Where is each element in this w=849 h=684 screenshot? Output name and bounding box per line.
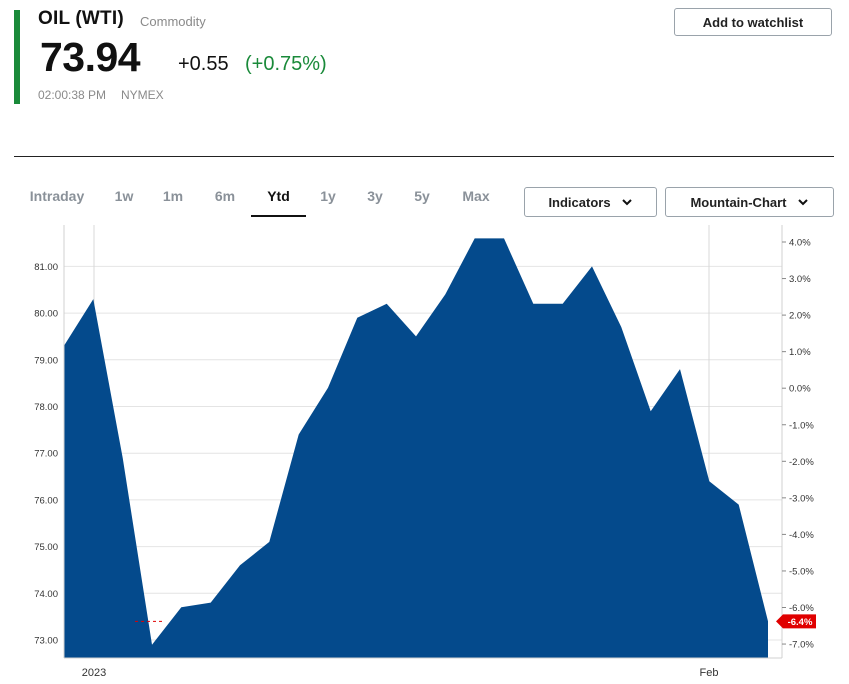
indicators-label: Indicators	[548, 194, 611, 210]
y2-tick-label: 1.0%	[789, 347, 811, 358]
y-tick-label: 76.00	[34, 495, 58, 506]
price-change-percent: (+0.75%)	[245, 53, 327, 75]
tab-ytd[interactable]: Ytd	[251, 185, 306, 217]
y2-tick-label: -6.0%	[789, 603, 814, 614]
header-divider	[14, 156, 834, 157]
y-tick-label: 75.00	[34, 542, 58, 553]
tab-5y[interactable]: 5y	[410, 185, 434, 215]
y-tick-label: 80.00	[34, 309, 58, 320]
y-tick-label: 78.00	[34, 402, 58, 413]
quote-accent-bar	[14, 10, 20, 104]
tab-max[interactable]: Max	[458, 185, 494, 215]
y2-tick-label: -5.0%	[789, 566, 814, 577]
y-tick-label: 79.00	[34, 355, 58, 366]
badge-label: -6.4%	[788, 617, 813, 628]
price-change: +0.55	[178, 53, 229, 75]
exchange-name: NYMEX	[121, 88, 164, 102]
indicators-dropdown[interactable]: Indicators	[524, 187, 657, 217]
chart-area-series	[64, 238, 768, 658]
y2-tick-label: -4.0%	[789, 530, 814, 541]
y2-tick-label: 2.0%	[789, 311, 811, 322]
y2-tick-label: -2.0%	[789, 457, 814, 468]
chart-type-dropdown[interactable]: Mountain-Chart	[665, 187, 834, 217]
y2-tick-label: 4.0%	[789, 238, 811, 249]
add-to-watchlist-button[interactable]: Add to watchlist	[674, 8, 832, 36]
y2-tick-label: -7.0%	[789, 640, 814, 651]
y-axis-right: 4.0% 3.0% 2.0% 1.0% 0.0% -1.0% -2.0% -3.0% -4.0%…	[782, 238, 814, 651]
y-tick-label: 81.00	[34, 262, 58, 273]
chevron-down-icon	[797, 199, 808, 206]
tab-1w[interactable]: 1w	[110, 185, 138, 215]
tab-3y[interactable]: 3y	[363, 185, 387, 215]
x-tick-label: Feb	[700, 667, 719, 679]
y2-tick-label: -1.0%	[789, 420, 814, 431]
asset-category: Commodity	[140, 14, 206, 29]
last-price: 73.94	[40, 34, 141, 80]
y2-tick-label: -3.0%	[789, 493, 814, 504]
tab-intraday[interactable]: Intraday	[22, 185, 92, 215]
x-tick-label: 2023	[82, 667, 106, 679]
tab-6m[interactable]: 6m	[210, 185, 240, 215]
y-tick-label: 73.00	[34, 636, 58, 647]
y2-tick-label: 0.0%	[789, 384, 811, 395]
y-tick-label: 77.00	[34, 449, 58, 460]
last-change-badge: -6.4%	[776, 614, 816, 629]
tab-1m[interactable]: 1m	[159, 185, 187, 215]
price-chart: 73.00 74.00 75.00 76.00 77.00 78.00 79.00 80.00…	[34, 225, 816, 679]
quote-time: 02:00:38 PM	[38, 88, 107, 102]
y-axis-left: 73.00 74.00 75.00 76.00 77.00 78.00 79.00 80.00…	[34, 262, 58, 647]
symbol-title: OIL (WTI)	[38, 8, 124, 29]
tab-1y[interactable]: 1y	[315, 185, 341, 215]
chart-type-label: Mountain-Chart	[690, 194, 787, 210]
y2-tick-label: 3.0%	[789, 274, 811, 285]
x-axis: 2023 Feb	[82, 667, 719, 679]
y-tick-label: 74.00	[34, 589, 58, 600]
chevron-down-icon	[621, 199, 632, 206]
area-series	[64, 238, 768, 658]
